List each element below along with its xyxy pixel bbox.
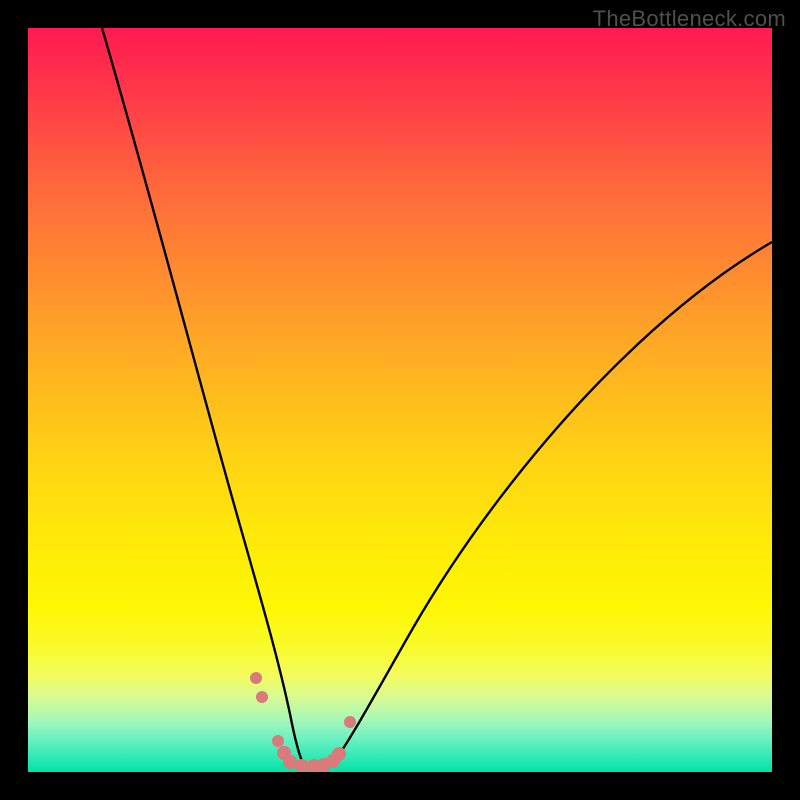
- chart-frame: TheBottleneck.com: [0, 0, 800, 800]
- left-curve: [102, 28, 303, 764]
- right-curve: [333, 242, 772, 763]
- watermark-text: TheBottleneck.com: [593, 6, 786, 32]
- marker-group: [250, 672, 356, 772]
- curve-layer: [28, 28, 772, 772]
- plot-area: [28, 28, 772, 772]
